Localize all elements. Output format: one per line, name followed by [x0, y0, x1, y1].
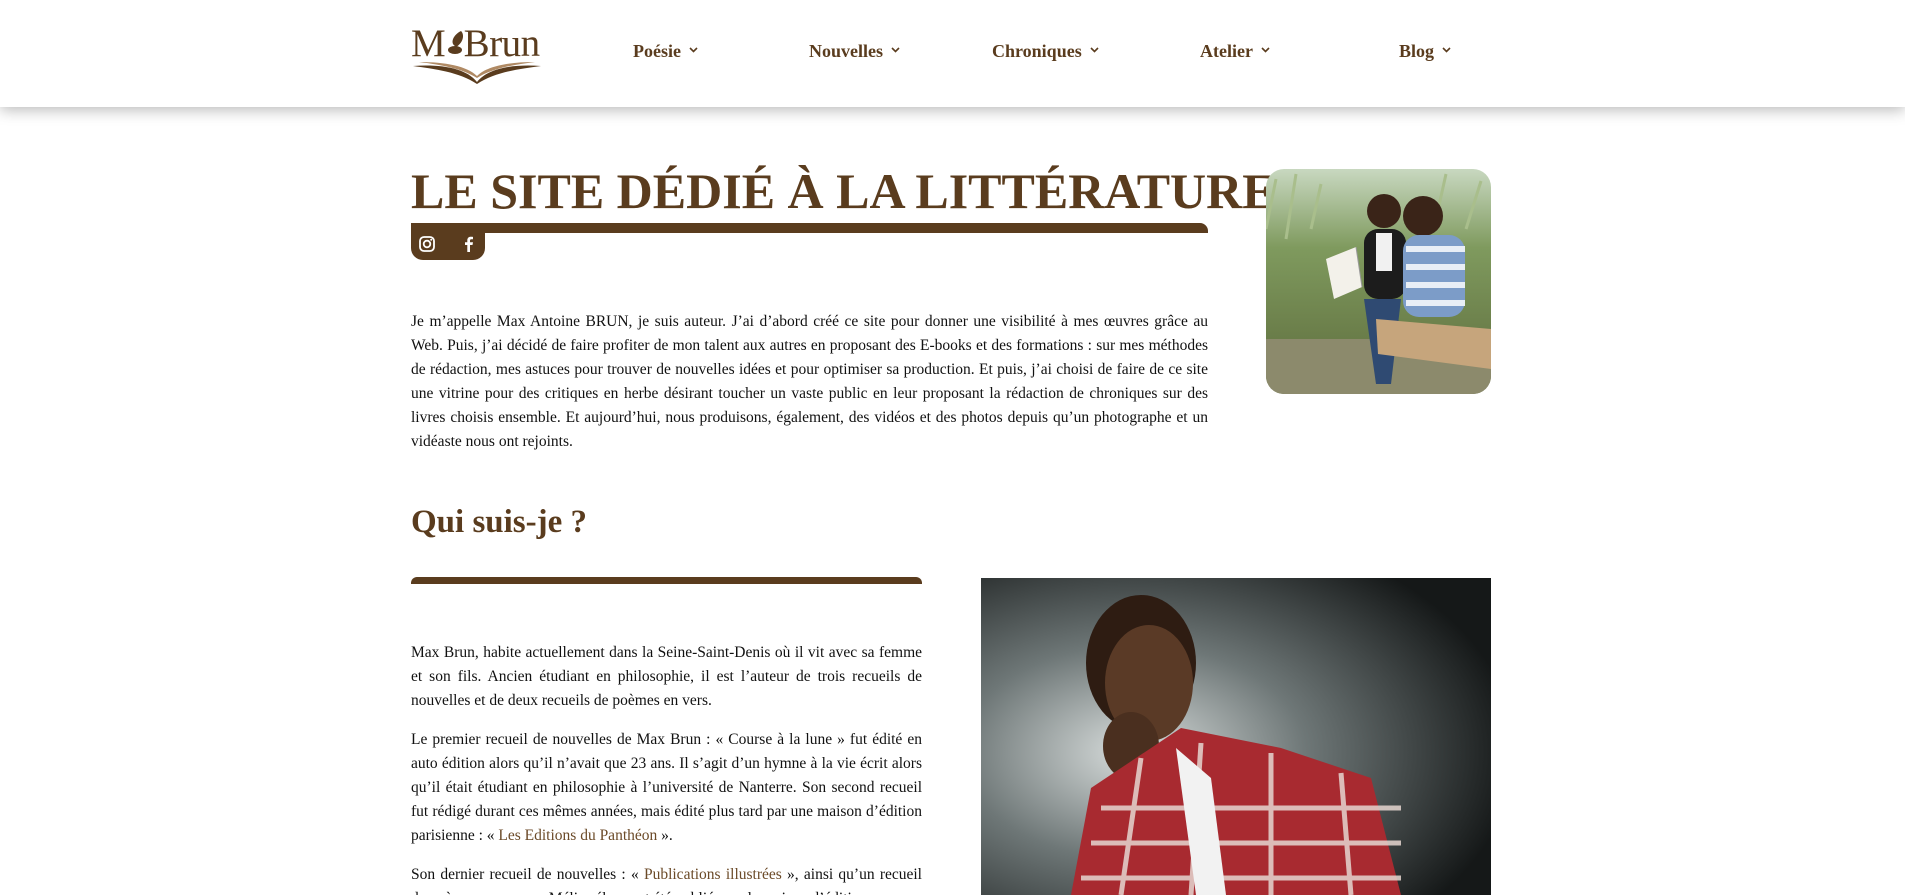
nav-item-nouvelles[interactable]: Nouvelles [809, 40, 900, 62]
title-underline-bar [411, 223, 1208, 233]
nav-item-blog[interactable]: Blog [1399, 40, 1451, 62]
chevron-down-icon [891, 44, 900, 56]
quill-icon [448, 31, 464, 54]
author-portrait-photo [981, 578, 1491, 895]
site-logo[interactable]: M Brun [411, 22, 543, 84]
text-span: ». [657, 827, 673, 844]
intro-paragraph: Je m’appelle Max Antoine BRUN, je suis a… [411, 313, 1208, 450]
chevron-down-icon [689, 44, 698, 56]
open-book-icon [413, 62, 541, 84]
about-paragraph-1: Max Brun, habite actuellement dans la Se… [411, 644, 922, 709]
nav-label: Blog [1399, 40, 1435, 61]
nav-item-poesie[interactable]: Poésie [633, 40, 698, 62]
link-editions-pantheon[interactable]: Les Editions du Panthéon [498, 827, 657, 844]
nav-label: Nouvelles [809, 40, 883, 61]
nav-label: Poésie [633, 40, 681, 61]
section-title-about: Qui suis-je ? [411, 504, 588, 540]
chevron-down-icon [1090, 44, 1099, 56]
about-text: Max Brun, habite actuellement dans la Se… [411, 641, 922, 895]
chevron-down-icon [1442, 44, 1451, 56]
social-links [411, 223, 485, 260]
text-span: Son dernier recueil de nouvelles : « [411, 866, 644, 883]
instagram-icon[interactable] [418, 235, 436, 253]
nav-label: Chroniques [992, 40, 1082, 61]
nav-item-chroniques[interactable]: Chroniques [992, 40, 1099, 62]
about-paragraph-2: Le premier recueil de nouvelles de Max B… [411, 728, 922, 848]
section-underline-bar [411, 577, 922, 584]
nav-label: Atelier [1200, 40, 1253, 61]
couple-reading-photo [1266, 169, 1491, 394]
facebook-icon[interactable] [460, 235, 478, 253]
page-title: LE SITE DÉDIÉ À LA LITTÉRATURE [411, 163, 1276, 219]
about-paragraph-3: Son dernier recueil de nouvelles : « Pub… [411, 863, 922, 895]
chevron-down-icon [1261, 44, 1270, 56]
link-publications-illustrees[interactable]: Publications illustrées [644, 866, 782, 883]
nav-item-atelier[interactable]: Atelier [1200, 40, 1270, 62]
site-header: M Brun Poésie Nouvelles Chroniques Ateli… [0, 0, 1905, 107]
